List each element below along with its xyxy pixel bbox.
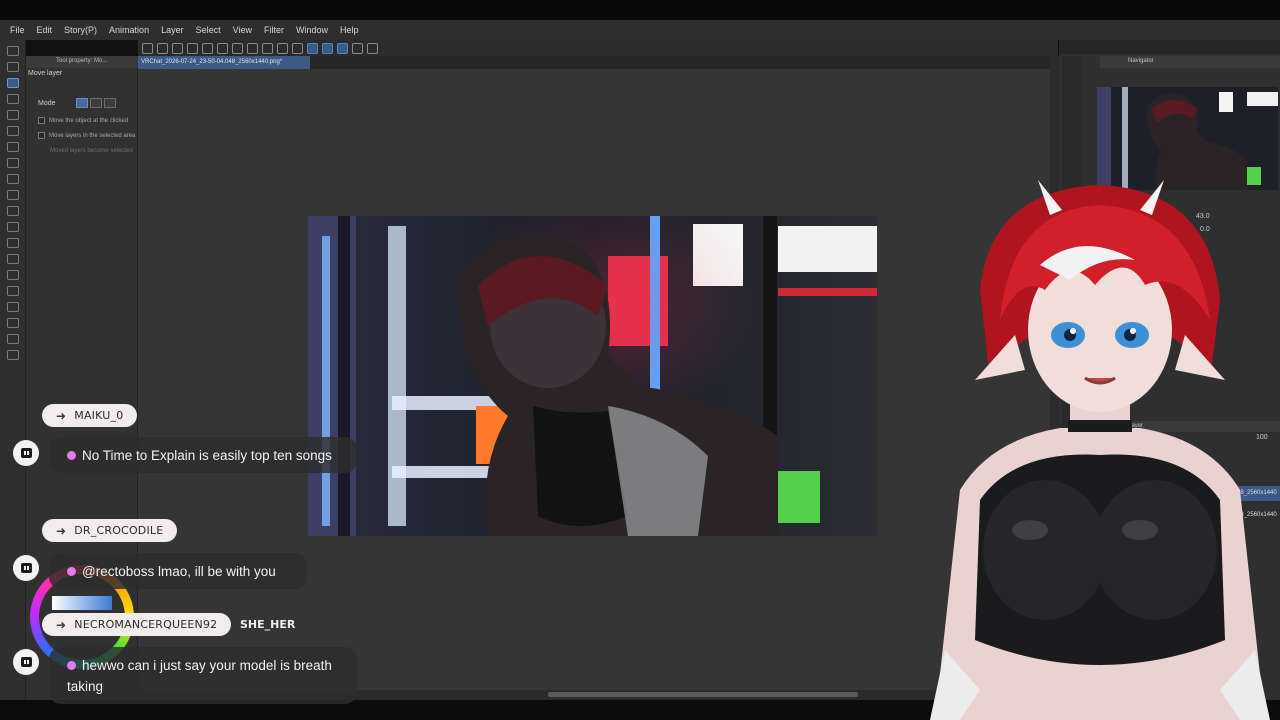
menu-edit[interactable]: Edit [37,25,53,35]
gradient-icon[interactable] [7,270,19,280]
zoom-icon[interactable] [7,46,19,56]
chat-message: hewwo can i just say your model is breat… [49,647,357,704]
menu-window[interactable]: Window [296,25,328,35]
checkbox[interactable] [38,132,45,139]
canvas-artwork[interactable] [308,216,877,536]
chat-username-pill: ➜ MAIKU_0 [42,404,138,427]
figure-icon[interactable] [7,286,19,296]
save-icon[interactable] [172,42,183,54]
menu-layer[interactable]: Layer [161,25,184,35]
arrow-right-icon: ➜ [56,408,67,423]
menu-file[interactable]: File [10,25,25,35]
document-tabs: VRChat_2026-07-24_23-50-04.048_2560x1440… [138,56,1058,69]
option-label: Moved layers become selected [50,148,133,154]
fill-icon[interactable] [277,42,288,54]
chat-username-pill: ➜ NECROMANCERQUEEN92 [42,613,232,636]
chat-dot-icon [67,567,76,576]
pencil-icon[interactable] [7,158,19,168]
transform-icon[interactable] [247,42,258,54]
right-panel-header [1059,40,1280,54]
mode-buttons [76,98,116,108]
navigator-title[interactable]: Navigator [1100,56,1280,68]
top-black-bar [0,0,1280,20]
menu-story[interactable]: Story(P) [64,25,97,35]
chat-username: NECROMANCERQUEEN92 [74,618,218,631]
brush-icon[interactable] [7,174,19,184]
command-toolbar [138,40,1058,56]
chat-message-text: No Time to Explain is easily top ten son… [82,448,332,463]
twitch-icon [13,649,39,675]
arrow-right-icon: ➜ [56,617,67,632]
airbrush-icon[interactable] [7,190,19,200]
move-icon[interactable] [7,78,19,88]
option-label: Move layers in the selected area [49,132,136,139]
undo-icon[interactable] [202,42,213,54]
auto-select-icon[interactable] [7,110,19,120]
tool-column [0,40,26,700]
option-become-selected[interactable]: Moved layers become selected [50,148,133,154]
eyedropper-icon[interactable] [7,126,19,136]
mode-label: Mode [38,100,56,107]
document-tab[interactable]: VRChat_2026-07-24_23-50-04.048_2560x1440… [138,56,310,69]
redo-icon[interactable] [217,42,228,54]
snap-line-icon[interactable] [307,42,318,54]
menu-help[interactable]: Help [340,25,359,35]
option-move-object[interactable]: Move the object at the clicked [38,117,128,124]
chat-message: @rectoboss lmao, ill be with you [49,553,307,589]
chat-dot-icon [67,661,76,670]
select-icon[interactable] [232,42,243,54]
option-move-selected[interactable]: Move layers in the selected area [38,132,135,139]
snap-grid-icon[interactable] [337,42,348,54]
color-saturation-square[interactable] [52,596,112,610]
checkbox[interactable] [38,117,45,124]
hand-icon[interactable] [7,62,19,72]
menu-animation[interactable]: Animation [109,25,149,35]
open-icon[interactable] [157,42,168,54]
avatar-illustration [930,180,1270,720]
pen-icon[interactable] [7,142,19,152]
new-icon[interactable] [142,42,153,54]
artwork-image [308,216,877,536]
chat-username: DR_CROCODILE [74,524,164,537]
grid-icon[interactable] [292,42,303,54]
mode-grid-button[interactable] [90,98,102,108]
lasso-icon[interactable] [7,94,19,104]
chat-message-text: @rectoboss lmao, ill be with you [82,564,276,579]
help-icon[interactable] [367,42,378,54]
menu-bar: File Edit Story(P) Animation Layer Selec… [0,20,1280,40]
menu-view[interactable]: View [233,25,252,35]
vtuber-avatar [920,170,1280,720]
menu-select[interactable]: Select [196,25,221,35]
mode-dropdown-button[interactable] [104,98,116,108]
chat-username: MAIKU_0 [74,409,124,422]
fill-tool-icon[interactable] [7,254,19,264]
option-label: Move the object at the clicked [49,117,129,124]
menu-filter[interactable]: Filter [264,25,284,35]
decoration-icon[interactable] [7,206,19,216]
tool-property-title: Move layer [28,70,63,77]
mode-layer-button[interactable] [76,98,88,108]
print-icon[interactable] [187,42,198,54]
correct-line-icon[interactable] [7,350,19,360]
text-icon[interactable] [7,318,19,328]
balloon-icon[interactable] [7,334,19,344]
arrow-right-icon: ➜ [56,523,67,538]
chat-message: No Time to Explain is easily top ten son… [49,437,357,473]
blend-icon[interactable] [7,238,19,248]
frame-icon[interactable] [7,302,19,312]
chat-pronoun-badge: SHE_HER [240,618,296,631]
scroll-thumb[interactable] [548,692,858,697]
twitch-icon [13,440,39,466]
tool-property-tab[interactable]: Tool property: Mo... [26,56,138,68]
crop-icon[interactable] [262,42,273,54]
eraser-icon[interactable] [7,222,19,232]
chat-username-pill: ➜ DR_CROCODILE [42,519,178,542]
chat-message-text: hewwo can i just say your model is breat… [67,658,332,694]
snap-ruler-icon[interactable] [322,42,333,54]
settings-icon[interactable] [352,42,363,54]
twitch-icon [13,555,39,581]
chat-dot-icon [67,451,76,460]
